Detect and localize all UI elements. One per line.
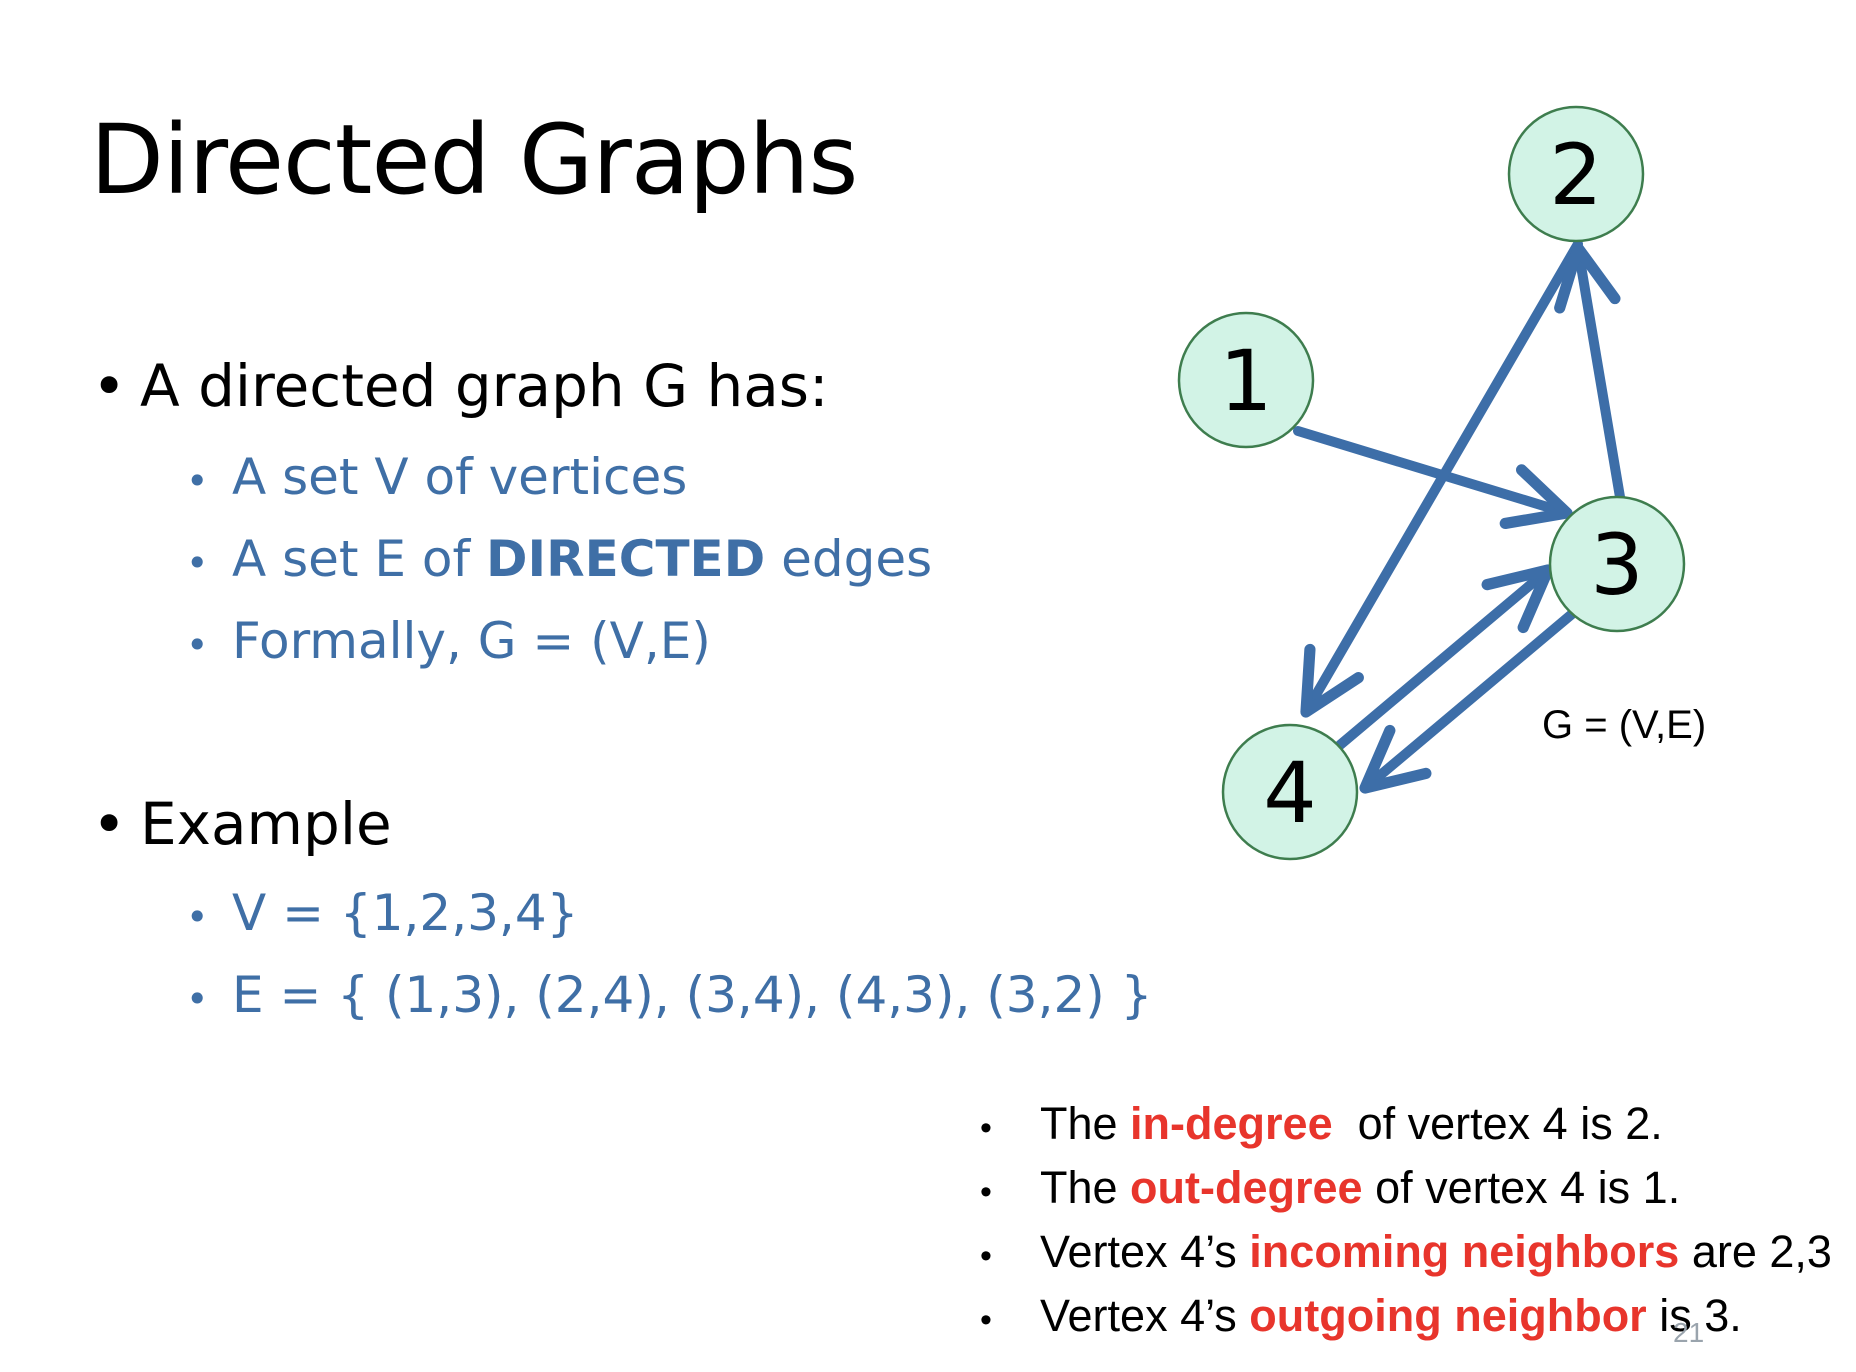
highlight-term: outgoing neighbor [1249, 1290, 1647, 1341]
bullet-icon: • [980, 1301, 992, 1339]
note-item: • Vertex 4’s outgoing neighbor is 3. [980, 1290, 1742, 1342]
bullet-icon: • [980, 1173, 992, 1211]
note-item: • Vertex 4’s incoming neighbors are 2,3 [980, 1226, 1832, 1278]
vertex-label: 1 [1219, 332, 1272, 430]
note-text: Vertex 4’s outgoing neighbor is 3. [1040, 1290, 1742, 1341]
highlight-term: out-degree [1130, 1162, 1363, 1213]
page-number: 21 [1673, 1317, 1705, 1348]
vertex-1: 1 [1177, 311, 1315, 449]
note-text: Vertex 4’s incoming neighbors are 2,3 [1040, 1226, 1832, 1277]
vertex-label: 4 [1263, 744, 1316, 842]
note-text: The out-degree of vertex 4 is 1. [1040, 1162, 1681, 1213]
highlight-term: in-degree [1130, 1098, 1333, 1149]
highlight-term: incoming neighbors [1249, 1226, 1680, 1277]
vertex-4: 4 [1221, 723, 1359, 861]
vertex-2: 2 [1507, 105, 1645, 243]
note-item: • The in-degree of vertex 4 is 2. [980, 1098, 1663, 1150]
note-item: • The out-degree of vertex 4 is 1. [980, 1162, 1680, 1214]
vertex-3: 3 [1548, 495, 1686, 633]
note-text: The in-degree of vertex 4 is 2. [1040, 1098, 1663, 1149]
edge-3-to-2 [1554, 242, 1625, 502]
graph-caption: G = (V,E) [1542, 703, 1707, 747]
bullet-icon: • [980, 1237, 992, 1275]
bullet-icon: • [980, 1109, 992, 1147]
vertex-label: 2 [1549, 126, 1602, 224]
vertex-label: 3 [1590, 516, 1643, 614]
